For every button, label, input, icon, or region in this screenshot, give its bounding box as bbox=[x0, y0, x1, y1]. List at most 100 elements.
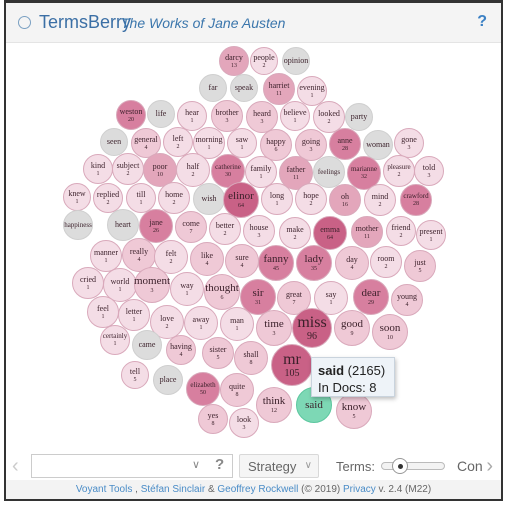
term-bubble-anne[interactable]: anne 28 bbox=[329, 128, 361, 160]
strategy-button[interactable]: Strategy ∨ bbox=[239, 454, 319, 478]
term-bubble-tell[interactable]: tell 5 bbox=[121, 361, 149, 389]
term-bubble-long[interactable]: long 1 bbox=[261, 183, 293, 215]
term-bubble-young[interactable]: young 4 bbox=[391, 284, 423, 316]
chevron-right-icon[interactable]: › bbox=[486, 455, 493, 478]
term-bubble-life[interactable]: life bbox=[147, 100, 175, 128]
term-bubble-room[interactable]: room 2 bbox=[370, 246, 402, 278]
term-bubble-crawford[interactable]: crawford 28 bbox=[400, 184, 432, 216]
term-bubble-thought[interactable]: thought 6 bbox=[204, 274, 240, 310]
term-bubble-happiness[interactable]: happiness bbox=[63, 210, 93, 240]
term-bubble-home[interactable]: home 2 bbox=[158, 182, 190, 214]
term-label: told bbox=[422, 162, 436, 172]
term-count: 16 bbox=[342, 201, 348, 208]
term-bubble-fanny[interactable]: fanny 45 bbox=[258, 245, 294, 281]
chevron-down-icon[interactable]: ∨ bbox=[192, 458, 200, 471]
term-bubble-come[interactable]: come 7 bbox=[175, 211, 207, 243]
term-bubble-like[interactable]: like 4 bbox=[190, 242, 224, 276]
term-bubble-sister[interactable]: sister 5 bbox=[202, 337, 234, 369]
term-label: having bbox=[170, 341, 192, 351]
search-box[interactable]: ∨ bbox=[31, 454, 233, 478]
term-bubble-mr[interactable]: mr 105 bbox=[271, 344, 313, 386]
term-bubble-opinion[interactable]: opinion bbox=[282, 47, 310, 75]
term-bubble-speak[interactable]: speak bbox=[230, 74, 258, 102]
term-bubble-present[interactable]: present 1 bbox=[416, 220, 446, 250]
term-bubble-kind[interactable]: kind 1 bbox=[83, 154, 113, 184]
term-bubble-dear[interactable]: dear 29 bbox=[353, 279, 389, 315]
term-bubble-pleasure[interactable]: pleasure 2 bbox=[383, 155, 415, 187]
term-bubble-time[interactable]: time 3 bbox=[256, 310, 292, 346]
term-label: look bbox=[236, 414, 252, 424]
term-bubble-quite[interactable]: quite 8 bbox=[220, 373, 254, 407]
term-bubble-party[interactable]: party bbox=[345, 103, 373, 131]
term-bubble-yes[interactable]: yes 8 bbox=[198, 404, 228, 434]
term-bubble-lady[interactable]: lady 35 bbox=[296, 245, 332, 281]
term-bubble-mind[interactable]: mind 2 bbox=[364, 184, 396, 216]
chevron-left-icon[interactable]: ‹ bbox=[12, 455, 19, 478]
search-input[interactable] bbox=[32, 455, 192, 477]
term-bubble-friend[interactable]: friend 2 bbox=[386, 216, 416, 246]
slider-thumb[interactable] bbox=[391, 458, 408, 474]
author-sinclair-link[interactable]: Stéfan Sinclair bbox=[141, 484, 205, 495]
privacy-link[interactable]: Privacy bbox=[343, 484, 376, 495]
term-bubble-mother[interactable]: mother 11 bbox=[351, 216, 383, 248]
term-bubble-weston[interactable]: weston 20 bbox=[116, 100, 146, 130]
term-bubble-oh[interactable]: oh 16 bbox=[329, 184, 361, 216]
term-bubble-heart[interactable]: heart bbox=[107, 209, 139, 241]
term-bubble-miss[interactable]: miss 96 bbox=[292, 308, 332, 348]
term-bubble-told[interactable]: told 3 bbox=[414, 156, 444, 186]
term-bubble-knew[interactable]: knew 1 bbox=[63, 183, 91, 211]
term-bubble-away[interactable]: away 1 bbox=[184, 306, 218, 340]
corpus-title: The Works of Jane Austen bbox=[121, 15, 286, 31]
voyant-tools-link[interactable]: Voyant Tools bbox=[76, 484, 133, 495]
term-label: seen bbox=[106, 137, 122, 146]
term-bubble-elizabeth[interactable]: elizabeth 50 bbox=[186, 372, 220, 406]
term-label: catherine bbox=[215, 163, 241, 171]
term-bubble-came[interactable]: came bbox=[132, 330, 162, 360]
term-count: 31 bbox=[255, 300, 261, 306]
term-bubble-shall[interactable]: shall 8 bbox=[234, 341, 268, 375]
term-bubble-feel[interactable]: feel 1 bbox=[87, 296, 119, 328]
term-bubble-know[interactable]: know 5 bbox=[336, 393, 372, 429]
term-bubble-having[interactable]: having 4 bbox=[166, 335, 196, 365]
term-bubble-place[interactable]: place bbox=[153, 365, 183, 395]
term-label: really bbox=[129, 246, 149, 256]
term-label: oh bbox=[341, 191, 349, 201]
term-bubble-far[interactable]: far bbox=[199, 74, 227, 102]
term-bubble-darcy[interactable]: darcy 13 bbox=[219, 46, 249, 76]
term-bubble-half[interactable]: half 2 bbox=[176, 153, 210, 187]
term-label: darcy bbox=[225, 52, 243, 62]
term-bubble-moment[interactable]: moment 3 bbox=[134, 267, 170, 303]
term-bubble-people[interactable]: people 2 bbox=[250, 47, 278, 75]
term-count: 2 bbox=[397, 172, 401, 178]
term-bubble-think[interactable]: think 12 bbox=[256, 387, 292, 423]
tool-circle-icon[interactable] bbox=[18, 16, 31, 29]
help-icon[interactable]: ? bbox=[477, 13, 487, 31]
author-rockwell-link[interactable]: Geoffrey Rockwell bbox=[217, 484, 298, 495]
term-bubble-believe[interactable]: believe 1 bbox=[280, 101, 310, 131]
term-bubble-brother[interactable]: brother 3 bbox=[211, 100, 243, 132]
term-label: time bbox=[264, 318, 284, 330]
term-bubble-soon[interactable]: soon 10 bbox=[372, 314, 408, 350]
term-bubble-sure[interactable]: sure 4 bbox=[225, 244, 259, 278]
term-bubble-look[interactable]: look 3 bbox=[229, 408, 259, 438]
term-bubble-certainly[interactable]: certainly 1 bbox=[100, 325, 130, 355]
term-bubble-wish[interactable]: wish bbox=[193, 183, 225, 215]
term-bubble-gone[interactable]: gone 3 bbox=[394, 128, 424, 158]
term-bubble-hope[interactable]: hope 2 bbox=[295, 183, 327, 215]
term-bubble-harriet[interactable]: harriet 11 bbox=[263, 73, 295, 105]
term-bubble-better[interactable]: better 2 bbox=[209, 213, 241, 245]
term-bubble-cried[interactable]: cried 1 bbox=[72, 267, 104, 299]
term-bubble-just[interactable]: just 5 bbox=[404, 250, 436, 282]
search-help-icon[interactable]: ? bbox=[215, 456, 224, 473]
term-count: 1 bbox=[310, 92, 314, 99]
term-bubble-feelings[interactable]: feelings bbox=[313, 156, 345, 188]
term-bubble-way[interactable]: way 1 bbox=[170, 272, 204, 306]
term-bubble-subject[interactable]: subject 2 bbox=[112, 153, 144, 185]
terms-slider[interactable] bbox=[381, 458, 445, 474]
term-bubble-day[interactable]: day 4 bbox=[335, 246, 369, 280]
term-bubble-house[interactable]: house 3 bbox=[243, 215, 275, 247]
term-bubble-seen[interactable]: seen bbox=[100, 128, 128, 156]
term-bubble-man[interactable]: man 1 bbox=[220, 307, 254, 341]
term-bubble-good[interactable]: good 9 bbox=[334, 310, 370, 346]
term-bubble-make[interactable]: make 2 bbox=[279, 217, 311, 249]
